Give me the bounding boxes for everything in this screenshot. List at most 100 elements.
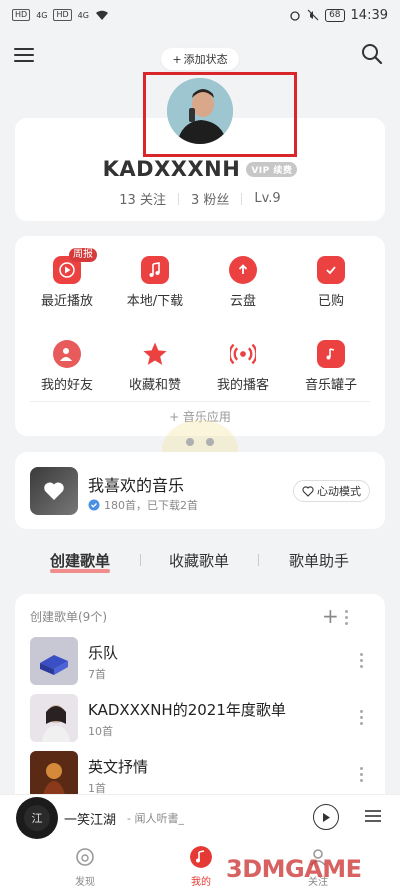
following-count[interactable]: 13 关注 [119, 189, 166, 208]
site-watermark: 3DMGAME [226, 855, 362, 883]
mute-icon [307, 9, 319, 21]
music-jar-icon [317, 340, 345, 368]
play-circle-icon: 周报 [53, 248, 97, 284]
grid-item-favorites[interactable]: 收藏和赞 [115, 340, 195, 393]
svg-text:江: 江 [32, 812, 43, 825]
heart-mode-label: 心动模式 [317, 485, 361, 498]
alarm-icon [290, 11, 300, 21]
plus-icon: + [172, 52, 182, 66]
heart-outline-icon [302, 485, 314, 497]
sim1-hd-indicator: HD [12, 9, 31, 21]
nav-mine[interactable]: 我的 [176, 846, 226, 888]
top-bar: + 添加状态 [0, 42, 400, 74]
more-options-icon[interactable] [360, 767, 364, 785]
more-options-icon[interactable] [345, 610, 349, 628]
cloud-upload-icon [229, 256, 257, 284]
more-options-icon[interactable] [360, 653, 364, 671]
tab-playlist-assistant[interactable]: 歌单助手 [289, 550, 349, 571]
profile-stats: 13 关注 3 粉丝 Lv.9 [0, 189, 400, 208]
podcast-icon [229, 340, 257, 368]
network1-indicator: 4G [36, 10, 48, 20]
add-playlist-icon[interactable]: + [322, 604, 339, 628]
playlist-queue-icon[interactable] [363, 806, 383, 826]
grid-item-recent[interactable]: 周报 最近播放 [27, 248, 107, 309]
playlist-cover [30, 694, 78, 742]
playlist-count: 7首 [88, 668, 106, 681]
profile-name-row: KADXXXNH VIP 续费 [0, 157, 400, 181]
grid-item-label: 收藏和赞 [128, 378, 181, 393]
heart-icon [44, 482, 64, 500]
playlist-item[interactable]: 英文抒情 1首 [30, 751, 370, 799]
liked-music-cover [30, 467, 78, 515]
playlist-cover [30, 751, 78, 799]
playlist-tabs: 创建歌单 收藏歌单 歌单助手 [0, 550, 400, 580]
tab-label: 收藏歌单 [169, 552, 230, 570]
grid-item-label: 我的好友 [40, 378, 93, 393]
now-playing-cover[interactable]: 江 [16, 797, 58, 839]
tab-label: 歌单助手 [289, 552, 350, 570]
created-playlists-card: 创建歌单(9个) + 乐队 7首 KADXXXNH的2021年度歌单 10首 英… [15, 594, 385, 799]
created-playlists-header: 创建歌单(9个) [30, 610, 107, 624]
heart-mode-button[interactable]: 心动模式 [293, 480, 370, 502]
liked-music-count: 180首，已下载2首 [104, 499, 198, 512]
nav-discover[interactable]: 发现 [60, 846, 110, 888]
grid-item-label: 已购 [317, 294, 344, 309]
nav-discover-label: 发现 [75, 877, 95, 888]
mini-player[interactable]: 江 一笑江湖 - 闻人听書_ [0, 794, 400, 842]
nav-mine-label: 我的 [191, 877, 211, 888]
grid-item-friends[interactable]: 我的好友 [27, 340, 107, 393]
tab-divider [258, 554, 259, 566]
play-button[interactable] [313, 804, 339, 830]
status-bar: HD 4G HD 4G 68 14:39 [0, 0, 400, 30]
friends-icon [53, 340, 81, 368]
vip-badge[interactable]: VIP 续费 [246, 161, 298, 177]
purchased-bag-icon [317, 256, 345, 284]
liked-music-card[interactable]: 我喜欢的音乐 180首，已下载2首 心动模式 [15, 452, 385, 529]
more-options-icon[interactable] [360, 710, 364, 728]
grid-item-local-download[interactable]: 本地/下载 [115, 256, 195, 309]
network2-indicator: 4G [77, 10, 89, 20]
search-icon[interactable] [360, 42, 384, 66]
grid-item-cloud[interactable]: 云盘 [203, 256, 283, 309]
tab-label: 创建歌单 [50, 552, 111, 570]
now-playing-title: 一笑江湖 [64, 813, 117, 828]
grid-item-label: 本地/下载 [126, 294, 184, 309]
avatar-highlight-box [143, 72, 297, 157]
clock: 14:39 [350, 7, 388, 23]
followers-count[interactable]: 3 粉丝 [191, 189, 229, 208]
add-status-label: 添加状态 [183, 53, 228, 66]
playlist-name: KADXXXNH的2021年度歌单 [88, 701, 286, 719]
download-check-icon [88, 499, 100, 511]
menu-icon[interactable] [14, 44, 34, 64]
username[interactable]: KADXXXNH [103, 157, 241, 181]
playlist-count: 10首 [88, 725, 113, 738]
wifi-icon [95, 10, 108, 20]
play-icon [323, 812, 330, 822]
playlist-item[interactable]: 乐队 7首 [30, 637, 370, 685]
grid-item-purchased[interactable]: 已购 [291, 256, 371, 309]
liked-music-subtitle: 180首，已下载2首 [88, 497, 198, 513]
sim2-hd-indicator: HD [53, 9, 72, 21]
tab-collected-playlists[interactable]: 收藏歌单 [169, 550, 229, 571]
music-note-icon [190, 846, 212, 868]
grid-item-podcast[interactable]: 我的播客 [203, 340, 283, 393]
tab-created-playlists[interactable]: 创建歌单 [50, 550, 111, 573]
weekly-report-badge: 周报 [69, 248, 97, 262]
music-note-icon [141, 256, 169, 284]
tab-divider [140, 554, 141, 566]
grid-item-label: 最近播放 [40, 294, 93, 309]
playlist-item[interactable]: KADXXXNH的2021年度歌单 10首 [30, 694, 370, 742]
playlist-name: 英文抒情 [88, 758, 149, 776]
grid-item-music-jar[interactable]: 音乐罐子 [291, 340, 371, 393]
playlist-cover [30, 637, 78, 685]
user-level[interactable]: Lv.9 [254, 191, 280, 206]
discover-icon [76, 848, 94, 866]
grid-item-label: 音乐罐子 [304, 378, 357, 393]
playlist-name: 乐队 [88, 644, 119, 662]
star-icon [141, 340, 169, 368]
liked-music-title: 我喜欢的音乐 [88, 476, 185, 495]
battery-indicator: 68 [325, 8, 345, 22]
now-playing-artist: - 闻人听書_ [127, 812, 184, 825]
grid-item-label: 我的播客 [216, 378, 269, 393]
add-status-button[interactable]: + 添加状态 [161, 48, 239, 70]
